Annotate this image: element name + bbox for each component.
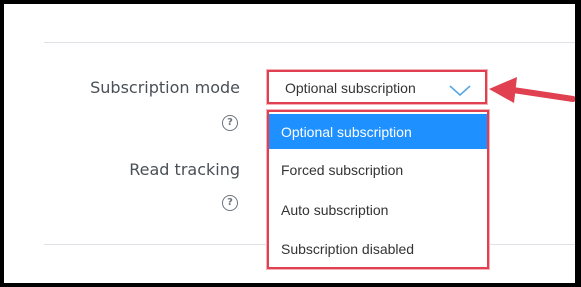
chevron-down-icon	[449, 84, 471, 102]
help-icon[interactable]: ?	[222, 115, 238, 131]
pointer-arrow-icon	[487, 75, 575, 112]
select-current-value: Optional subscription	[285, 80, 416, 96]
option-optional-subscription[interactable]: Optional subscription	[269, 114, 487, 149]
form-panel: Subscription mode ? Read tracking ? Opti…	[4, 4, 575, 283]
subscription-mode-dropdown: Optional subscription Forced subscriptio…	[267, 110, 489, 269]
help-icon[interactable]: ?	[222, 195, 238, 211]
option-forced-subscription[interactable]: Forced subscription	[269, 152, 487, 188]
read-tracking-label: Read tracking	[129, 160, 240, 179]
option-auto-subscription[interactable]: Auto subscription	[269, 192, 487, 228]
subscription-mode-label: Subscription mode	[90, 78, 240, 97]
divider-top	[44, 42, 575, 43]
subscription-mode-select[interactable]: Optional subscription	[267, 70, 487, 104]
option-subscription-disabled[interactable]: Subscription disabled	[269, 231, 487, 267]
